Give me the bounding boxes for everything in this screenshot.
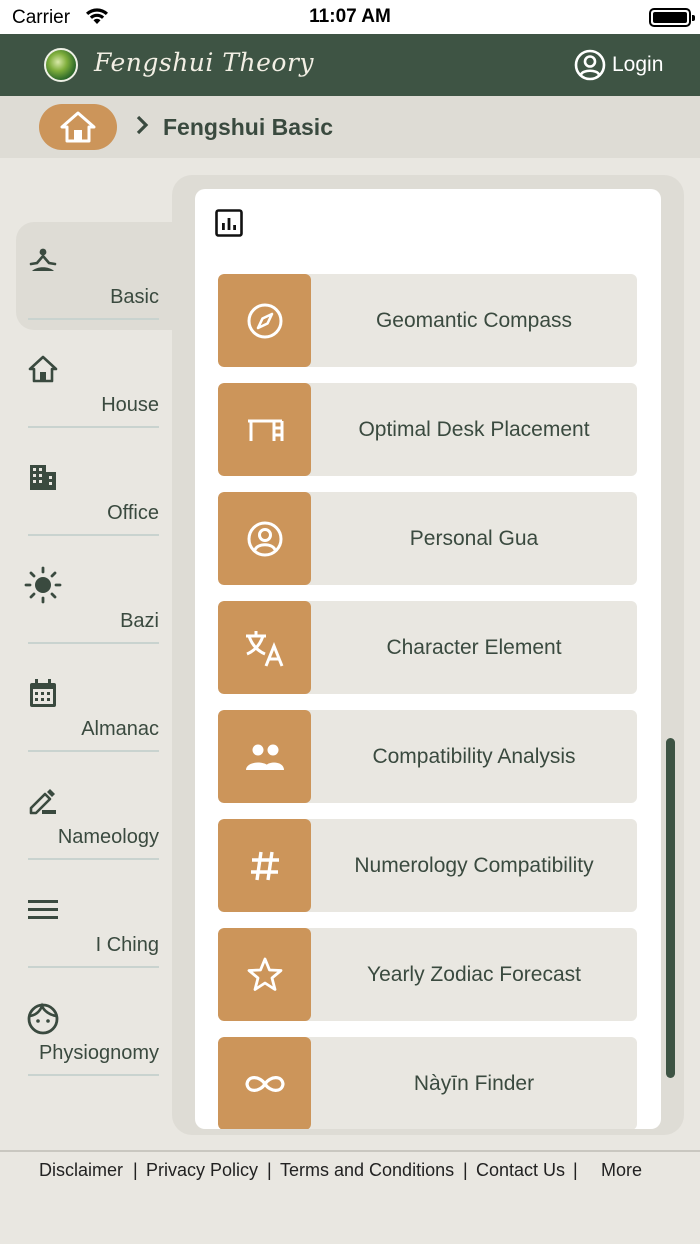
- sidebar-item-nameology[interactable]: Nameology: [28, 786, 159, 874]
- house-icon: [28, 355, 58, 383]
- app-header: Fengshui Theory Login: [0, 34, 700, 96]
- divider: [28, 1074, 159, 1076]
- clock: 11:07 AM: [309, 6, 391, 27]
- sidebar-item-almanac[interactable]: Almanac: [28, 678, 159, 766]
- footer-link-more[interactable]: More: [601, 1160, 642, 1181]
- chart-icon: [215, 209, 243, 237]
- breadcrumb-current: Fengshui Basic: [163, 114, 333, 140]
- card-label: Character Element: [386, 635, 562, 659]
- chevron-right-icon: [136, 115, 149, 135]
- divider: [28, 966, 159, 968]
- sidebar-item-label: Basic: [110, 286, 159, 308]
- app-logo: [44, 48, 78, 82]
- app-title: Fengshui Theory: [94, 48, 315, 77]
- sidebar-item-label: Bazi: [120, 610, 159, 632]
- office-building-icon: [30, 465, 56, 490]
- battery-icon: [649, 8, 695, 27]
- status-bar: Carrier 11:07 AM: [0, 0, 700, 34]
- scrollbar[interactable]: [666, 738, 675, 1078]
- pencil-icon: [29, 789, 56, 815]
- sidebar-item-label: Almanac: [81, 718, 159, 740]
- footer-divider: [0, 1150, 700, 1152]
- divider: [28, 750, 159, 752]
- people-icon: [245, 744, 284, 770]
- infinity-icon: [244, 1075, 285, 1092]
- sidebar-item-label: House: [101, 394, 159, 416]
- user-circle-icon: [574, 49, 606, 81]
- feature-list[interactable]: Geomantic Compass Optimal Desk Placement…: [195, 189, 661, 1129]
- card-label: Yearly Zodiac Forecast: [367, 962, 581, 986]
- home-button[interactable]: [39, 104, 117, 150]
- card-label: Numerology Compatibility: [354, 853, 594, 877]
- translate-icon: [245, 630, 283, 667]
- sidebar-item-label: Office: [107, 502, 159, 524]
- footer-separator: |: [267, 1160, 272, 1180]
- card-geomantic-compass[interactable]: Geomantic Compass: [218, 274, 637, 367]
- divider: [28, 642, 159, 644]
- sidebar-item-physiognomy[interactable]: Physiognomy: [27, 1002, 159, 1090]
- divider: [28, 534, 159, 536]
- breadcrumb: Fengshui Basic: [0, 96, 700, 158]
- sidebar-item-label: I Ching: [95, 934, 159, 956]
- card-label: Optimal Desk Placement: [358, 417, 590, 441]
- menu-lines-icon: [28, 900, 58, 919]
- card-numerology-compatibility[interactable]: Numerology Compatibility: [218, 819, 637, 912]
- footer-separator: |: [463, 1160, 468, 1180]
- login-button[interactable]: Login: [574, 49, 663, 81]
- card-personal-gua[interactable]: Personal Gua: [218, 492, 637, 585]
- card-character-element[interactable]: Character Element: [218, 601, 637, 694]
- footer: Disclaimer | Privacy Policy | Terms and …: [0, 1160, 700, 1190]
- card-optimal-desk-placement[interactable]: Optimal Desk Placement: [218, 383, 637, 476]
- divider: [28, 318, 159, 320]
- sidebar-item-bazi[interactable]: Bazi: [24, 566, 159, 658]
- compass-icon: [247, 303, 282, 338]
- footer-link-contact[interactable]: Contact Us: [476, 1160, 565, 1181]
- sidebar-item-house[interactable]: House: [28, 354, 159, 442]
- sidebar-item-office[interactable]: Office: [28, 462, 159, 550]
- card-compatibility-analysis[interactable]: Compatibility Analysis: [218, 710, 637, 803]
- divider: [28, 426, 159, 428]
- desk-icon: [247, 419, 283, 441]
- sun-icon: [24, 566, 62, 604]
- sidebar-item-basic[interactable]: Basic: [28, 246, 159, 334]
- star-icon: [247, 957, 282, 991]
- face-icon: [27, 1002, 59, 1035]
- hash-icon: [250, 851, 279, 880]
- meditation-icon: [29, 248, 57, 271]
- calendar-icon: [30, 679, 56, 707]
- footer-link-terms[interactable]: Terms and Conditions: [280, 1160, 454, 1181]
- sidebar-item-iching[interactable]: I Ching: [28, 894, 159, 982]
- footer-separator: |: [133, 1160, 138, 1180]
- card-yearly-zodiac-forecast[interactable]: Yearly Zodiac Forecast: [218, 928, 637, 1021]
- card-label: Nàyīn Finder: [413, 1071, 535, 1095]
- card-label: Personal Gua: [409, 526, 539, 550]
- divider: [28, 858, 159, 860]
- card-nayin-finder[interactable]: Nàyīn Finder: [218, 1037, 637, 1129]
- footer-separator: |: [573, 1160, 578, 1180]
- home-icon: [60, 111, 96, 143]
- footer-link-disclaimer[interactable]: Disclaimer: [39, 1160, 123, 1181]
- person-icon: [247, 521, 282, 556]
- login-label: Login: [612, 53, 664, 76]
- footer-link-privacy[interactable]: Privacy Policy: [146, 1160, 258, 1181]
- card-label: Geomantic Compass: [375, 308, 573, 332]
- sidebar-item-label: Physiognomy: [38, 1042, 159, 1064]
- card-label: Compatibility Analysis: [372, 744, 576, 768]
- sidebar-item-label: Nameology: [57, 826, 159, 848]
